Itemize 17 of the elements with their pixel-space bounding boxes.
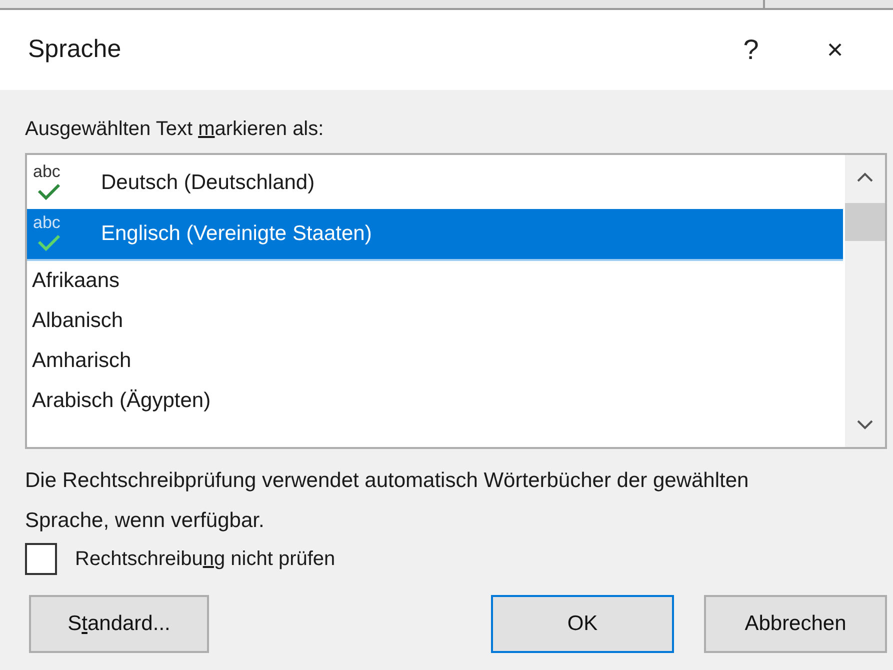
no-proofing-checkbox[interactable] xyxy=(25,543,57,575)
ok-button[interactable]: OK xyxy=(491,595,674,653)
language-item[interactable]: abc Deutsch (Deutschland) xyxy=(27,157,845,209)
help-button[interactable]: ? xyxy=(721,36,781,64)
description-text: Die Rechtschreibprüfung verwendet automatisch Wörterbücher der gewählten Sprache, wenn verfügbar. xyxy=(25,468,750,534)
no-proofing-label[interactable]: Rechtschreibung nicht prüfen xyxy=(75,544,336,574)
language-item[interactable]: Albanisch xyxy=(27,301,845,341)
scroll-thumb[interactable] xyxy=(845,203,885,241)
language-item[interactable]: Afrikaans xyxy=(27,261,845,301)
language-item[interactable]: abc Englisch (Vereinigte Staaten) xyxy=(27,209,843,261)
language-item[interactable]: Arabisch (Ägypten) xyxy=(27,381,845,421)
standard-button[interactable]: Standard... xyxy=(29,595,209,653)
cancel-button[interactable]: Abbrechen xyxy=(704,595,887,653)
language-item[interactable]: Amharisch xyxy=(27,341,845,381)
list-label: Ausgewählten Text markieren als: xyxy=(25,117,325,142)
dialog-title: Sprache xyxy=(28,34,122,66)
close-button[interactable]: × xyxy=(805,36,865,64)
